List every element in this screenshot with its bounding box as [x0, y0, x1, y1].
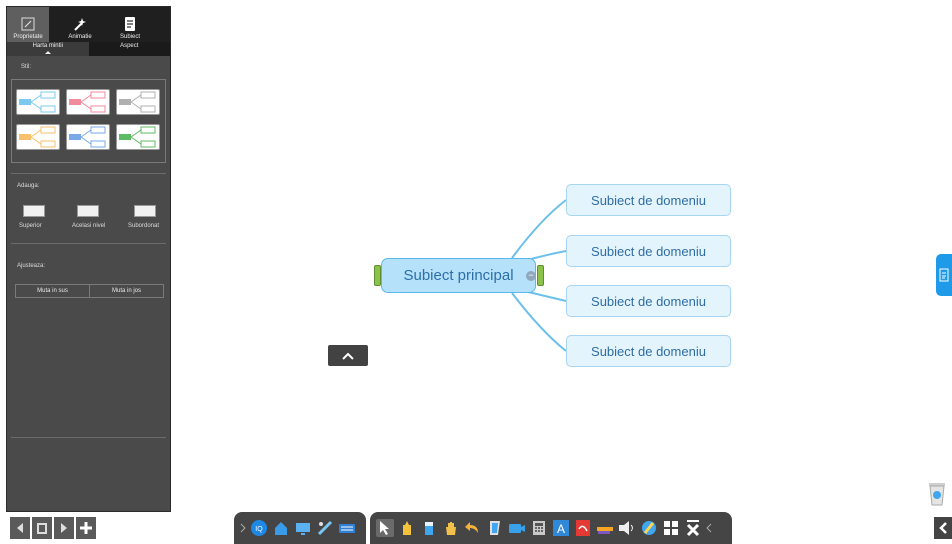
keyboard-icon[interactable] — [338, 519, 356, 537]
text-box-icon[interactable]: A — [552, 519, 570, 537]
tools-icon[interactable] — [316, 519, 334, 537]
grid-menu-icon[interactable] — [662, 519, 680, 537]
spotlight-icon[interactable] — [486, 519, 504, 537]
svg-text:A: A — [557, 522, 565, 536]
connector-line — [511, 199, 567, 259]
chevron-up-icon — [342, 352, 354, 360]
home-icon[interactable] — [272, 519, 290, 537]
right-expand-handle[interactable] — [537, 265, 544, 286]
speaker-icon[interactable] — [618, 519, 636, 537]
iq-app-icon[interactable]: IQ — [250, 519, 268, 537]
main-toolbar-right: A — [370, 512, 732, 544]
undo-icon[interactable] — [464, 519, 482, 537]
close-toolbar-icon[interactable] — [684, 519, 702, 537]
toolbar-expand-icon[interactable] — [240, 519, 246, 537]
pages-icon — [37, 523, 47, 534]
side-panel-tab[interactable] — [936, 254, 952, 296]
color-palette-icon[interactable] — [640, 519, 658, 537]
screen-icon[interactable] — [294, 519, 312, 537]
triangle-right-icon — [61, 523, 67, 533]
svg-text:IQ: IQ — [255, 526, 263, 533]
next-page-button[interactable] — [54, 517, 74, 539]
chevron-left-icon — [939, 522, 947, 534]
hand-icon[interactable] — [442, 519, 460, 537]
page-overview-button[interactable] — [32, 517, 52, 539]
pdf-icon[interactable] — [574, 519, 592, 537]
expand-toolbar-button[interactable] — [328, 345, 368, 366]
calculator-icon[interactable] — [530, 519, 548, 537]
notes-icon — [939, 268, 949, 282]
left-expand-handle[interactable] — [374, 265, 381, 286]
recycle-bin-icon[interactable] — [926, 480, 948, 506]
connector-line — [511, 292, 567, 352]
subtopic-node[interactable]: Subiect de domeniu — [566, 184, 731, 216]
subtopic-node[interactable]: Subiect de domeniu — [566, 335, 731, 367]
toolbar-collapse-icon[interactable] — [706, 519, 712, 537]
main-toolbar-left: IQ — [234, 512, 366, 544]
page-navigation — [10, 517, 96, 539]
collapse-right-button[interactable] — [934, 517, 952, 539]
add-page-button[interactable] — [76, 517, 96, 539]
highlighter-icon[interactable] — [596, 519, 614, 537]
triangle-left-icon — [17, 523, 23, 533]
camera-icon[interactable] — [508, 519, 526, 537]
plus-icon — [80, 522, 92, 534]
previous-page-button[interactable] — [10, 517, 30, 539]
pen-icon[interactable] — [398, 519, 416, 537]
subtopic-node[interactable]: Subiect de domeniu — [566, 235, 731, 267]
subtopic-node[interactable]: Subiect de domeniu — [566, 285, 731, 317]
collapse-icon[interactable]: − — [526, 271, 536, 281]
eraser-icon[interactable] — [420, 519, 438, 537]
whiteboard-canvas[interactable]: Proprietate Animatie Subiect Harta minti… — [0, 0, 952, 544]
central-topic[interactable]: Subiect principal — [381, 258, 536, 293]
select-cursor-icon[interactable] — [376, 519, 394, 537]
